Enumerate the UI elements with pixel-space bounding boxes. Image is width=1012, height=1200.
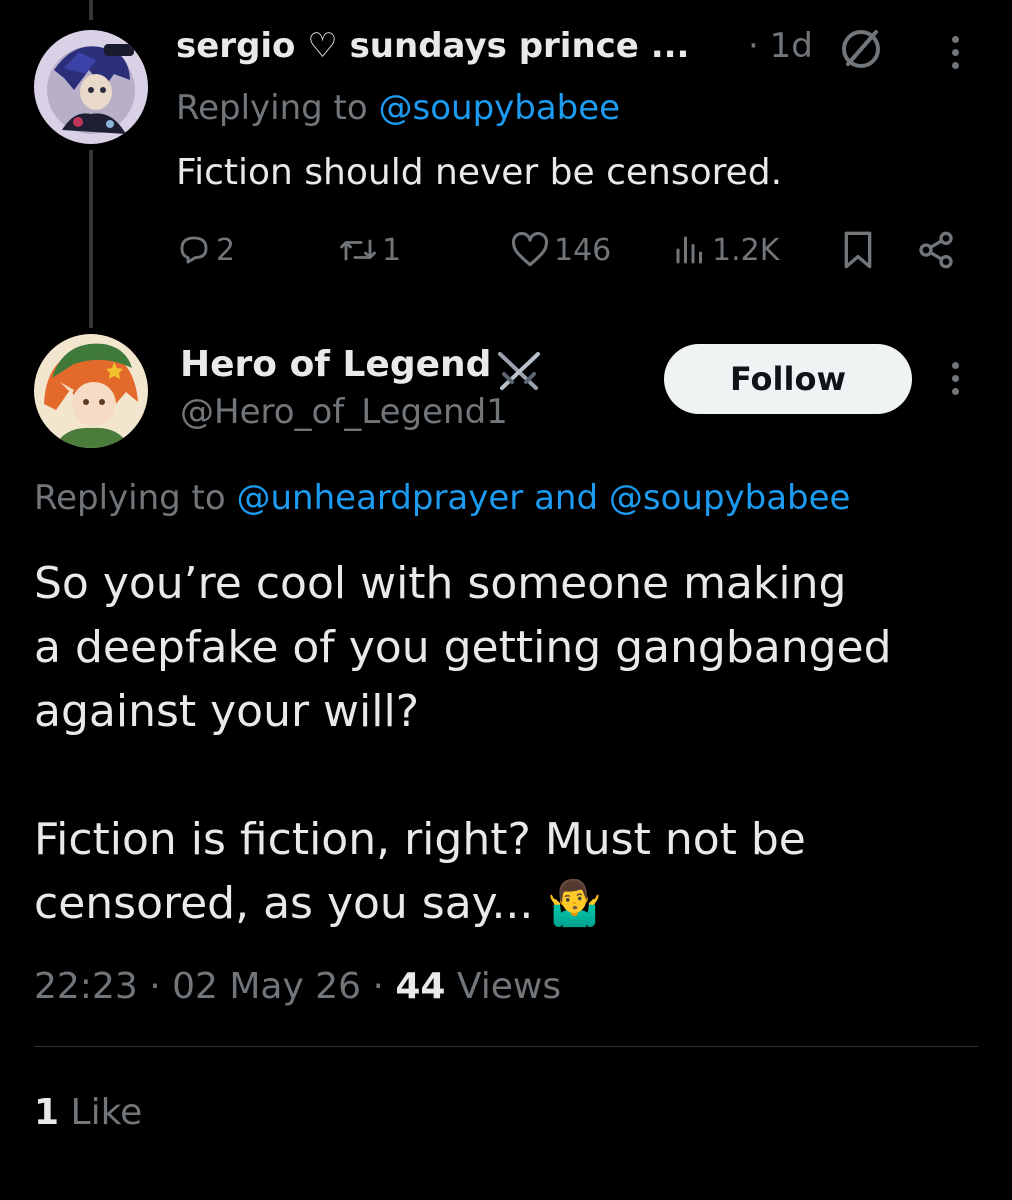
more-vertical-icon[interactable]: [949, 362, 961, 395]
heart-icon: [511, 232, 549, 267]
views-total: 44: [395, 966, 446, 1007]
parent-replying-to: Replying to @soupybabee: [176, 88, 620, 128]
follow-button[interactable]: Follow: [664, 344, 912, 414]
avatar-sergio[interactable]: [34, 30, 148, 144]
repost-button[interactable]: 1: [338, 226, 401, 274]
tweet-text-line: So you’re cool with someone making: [34, 558, 847, 609]
thread-line-top: [89, 0, 93, 20]
parent-display-name[interactable]: sergio ♡ sundays prince ...: [176, 26, 689, 66]
replying-prefix: Replying to: [176, 88, 368, 128]
repost-icon: [340, 239, 376, 261]
main-tweet-text: So you’re cool with someone making a dee…: [34, 552, 974, 936]
views-bars-icon: [676, 236, 702, 264]
reply-count: 2: [216, 232, 236, 268]
parent-time[interactable]: · 1d: [748, 26, 813, 66]
main-replying-to: Replying to @unheardprayer and @soupybab…: [34, 478, 850, 518]
tweet-text-line: against your will?: [34, 686, 420, 737]
tweet-text-line: Fiction is fiction, right? Must not be: [34, 814, 806, 865]
tweet-text-line: censored, as you say... 🤷‍♂️: [34, 878, 603, 929]
reply-icon: [180, 236, 208, 264]
likes-label: Like: [70, 1092, 143, 1133]
bookmark-icon: [844, 231, 872, 269]
replying-handle-link[interactable]: @soupybabee: [379, 88, 621, 128]
tweet-text-line: a deepfake of you getting gangbanged: [34, 622, 892, 673]
like-button[interactable]: 146: [510, 226, 611, 274]
tweet-meta: 22:23 · 02 May 26 · 44 Views: [34, 966, 561, 1007]
views-label: Views: [456, 966, 562, 1007]
likes-summary[interactable]: 1 Like: [34, 1092, 142, 1133]
thread-line-bottom: [89, 150, 93, 328]
main-display-name[interactable]: Hero of Legend: [180, 344, 491, 385]
replying-prefix: Replying to: [34, 478, 226, 518]
more-vertical-icon[interactable]: [949, 36, 961, 69]
replying-handle-link[interactable]: @unheardprayer: [237, 478, 524, 518]
circle-slash-icon: [838, 26, 884, 72]
bookmark-button[interactable]: [840, 226, 876, 274]
reply-button[interactable]: 2: [176, 226, 235, 274]
views-button[interactable]: 1.2K: [672, 226, 779, 274]
main-handle[interactable]: @Hero_of_Legend1: [180, 392, 508, 432]
replying-handle-link[interactable]: @soupybabee: [609, 478, 851, 518]
repost-count: 1: [382, 232, 402, 268]
crossed-swords-icon: [492, 348, 546, 394]
share-icon: [919, 231, 953, 269]
share-button[interactable]: [916, 226, 956, 274]
views-count: 1.2K: [712, 232, 780, 268]
likes-total: 1: [34, 1092, 60, 1133]
like-count: 146: [554, 232, 612, 268]
replying-and: and: [534, 478, 599, 518]
parent-tweet-text: Fiction should never be censored.: [176, 152, 783, 193]
avatar-hero-of-legend[interactable]: [34, 334, 148, 448]
divider: [34, 1046, 978, 1047]
tweet-timestamp[interactable]: 22:23 · 02 May 26 ·: [34, 966, 384, 1007]
